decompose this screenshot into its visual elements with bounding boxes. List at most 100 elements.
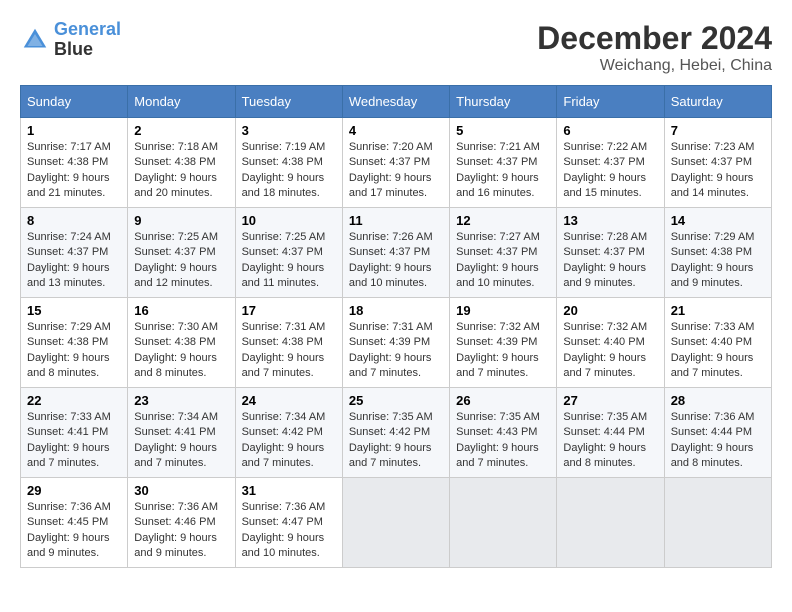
day-info: Sunrise: 7:36 AMSunset: 4:47 PMDaylight:… (242, 500, 336, 562)
logo-text: General Blue (54, 20, 121, 60)
day-number: 11 (349, 213, 443, 228)
day-info: Sunrise: 7:30 AMSunset: 4:38 PMDaylight:… (134, 320, 228, 382)
calendar-cell: 9 Sunrise: 7:25 AMSunset: 4:37 PMDaylight… (128, 208, 235, 298)
day-info: Sunrise: 7:31 AMSunset: 4:38 PMDaylight:… (242, 320, 336, 382)
calendar-cell: 18 Sunrise: 7:31 AMSunset: 4:39 PMDayligh… (342, 298, 449, 388)
calendar-cell (450, 478, 557, 568)
calendar-cell: 5Sunrise: 7:21 AMSunset: 4:37 PMDaylight… (450, 118, 557, 208)
calendar-cell: 24 Sunrise: 7:34 AMSunset: 4:42 PMDayligh… (235, 388, 342, 478)
logo-icon (20, 25, 50, 55)
day-info: Sunrise: 7:22 AMSunset: 4:37 PMDaylight:… (563, 140, 657, 202)
calendar-cell: 27Sunrise: 7:35 AMSunset: 4:44 PMDayligh… (557, 388, 664, 478)
week-row-5: 29 Sunrise: 7:36 AMSunset: 4:45 PMDayligh… (21, 478, 772, 568)
day-number: 22 (27, 393, 121, 408)
day-info: Sunrise: 7:23 AMSunset: 4:37 PMDaylight:… (671, 140, 765, 202)
day-number: 8 (27, 213, 121, 228)
weekday-saturday: Saturday (664, 86, 771, 118)
calendar-cell: 12 Sunrise: 7:27 AMSunset: 4:37 PMDayligh… (450, 208, 557, 298)
calendar-cell: 7 Sunrise: 7:23 AMSunset: 4:37 PMDaylight… (664, 118, 771, 208)
calendar-cell: 16 Sunrise: 7:30 AMSunset: 4:38 PMDayligh… (128, 298, 235, 388)
day-number: 18 (349, 303, 443, 318)
day-info: Sunrise: 7:19 AMSunset: 4:38 PMDaylight:… (242, 140, 336, 202)
day-number: 24 (242, 393, 336, 408)
day-info: Sunrise: 7:32 AMSunset: 4:39 PMDaylight:… (456, 320, 550, 382)
calendar-cell: 31 Sunrise: 7:36 AMSunset: 4:47 PMDayligh… (235, 478, 342, 568)
day-number: 14 (671, 213, 765, 228)
calendar-cell: 21 Sunrise: 7:33 AMSunset: 4:40 PMDayligh… (664, 298, 771, 388)
weekday-thursday: Thursday (450, 86, 557, 118)
week-row-1: 1Sunrise: 7:17 AMSunset: 4:38 PMDaylight… (21, 118, 772, 208)
day-number: 16 (134, 303, 228, 318)
week-row-2: 8Sunrise: 7:24 AMSunset: 4:37 PMDaylight… (21, 208, 772, 298)
weekday-tuesday: Tuesday (235, 86, 342, 118)
calendar-cell: 15 Sunrise: 7:29 AMSunset: 4:38 PMDayligh… (21, 298, 128, 388)
page-header: General Blue December 2024 Weichang, Heb… (20, 20, 772, 75)
day-number: 12 (456, 213, 550, 228)
logo: General Blue (20, 20, 121, 60)
day-number: 17 (242, 303, 336, 318)
day-number: 7 (671, 123, 765, 138)
day-number: 4 (349, 123, 443, 138)
calendar-cell: 26 Sunrise: 7:35 AMSunset: 4:43 PMDayligh… (450, 388, 557, 478)
day-info: Sunrise: 7:32 AMSunset: 4:40 PMDaylight:… (563, 320, 657, 382)
day-info: Sunrise: 7:31 AMSunset: 4:39 PMDaylight:… (349, 320, 443, 382)
calendar-cell: 30 Sunrise: 7:36 AMSunset: 4:46 PMDayligh… (128, 478, 235, 568)
day-info: Sunrise: 7:25 AMSunset: 4:37 PMDaylight:… (134, 230, 228, 292)
day-number: 21 (671, 303, 765, 318)
day-info: Sunrise: 7:33 AMSunset: 4:40 PMDaylight:… (671, 320, 765, 382)
calendar-cell: 3 Sunrise: 7:19 AMSunset: 4:38 PMDaylight… (235, 118, 342, 208)
day-number: 10 (242, 213, 336, 228)
day-number: 19 (456, 303, 550, 318)
day-info: Sunrise: 7:36 AMSunset: 4:45 PMDaylight:… (27, 500, 121, 562)
day-number: 30 (134, 483, 228, 498)
calendar-cell: 23 Sunrise: 7:34 AMSunset: 4:41 PMDayligh… (128, 388, 235, 478)
day-number: 31 (242, 483, 336, 498)
calendar-cell: 14Sunrise: 7:29 AMSunset: 4:38 PMDayligh… (664, 208, 771, 298)
week-row-4: 22 Sunrise: 7:33 AMSunset: 4:41 PMDayligh… (21, 388, 772, 478)
day-number: 26 (456, 393, 550, 408)
day-info: Sunrise: 7:29 AMSunset: 4:38 PMDaylight:… (27, 320, 121, 382)
day-info: Sunrise: 7:28 AMSunset: 4:37 PMDaylight:… (563, 230, 657, 292)
weekday-friday: Friday (557, 86, 664, 118)
day-info: Sunrise: 7:20 AMSunset: 4:37 PMDaylight:… (349, 140, 443, 202)
day-number: 5 (456, 123, 550, 138)
day-number: 15 (27, 303, 121, 318)
day-info: Sunrise: 7:36 AMSunset: 4:44 PMDaylight:… (671, 410, 765, 472)
calendar-cell: 25 Sunrise: 7:35 AMSunset: 4:42 PMDayligh… (342, 388, 449, 478)
day-info: Sunrise: 7:27 AMSunset: 4:37 PMDaylight:… (456, 230, 550, 292)
day-number: 6 (563, 123, 657, 138)
week-row-3: 15 Sunrise: 7:29 AMSunset: 4:38 PMDayligh… (21, 298, 772, 388)
calendar-cell: 22 Sunrise: 7:33 AMSunset: 4:41 PMDayligh… (21, 388, 128, 478)
calendar-cell (557, 478, 664, 568)
day-number: 1 (27, 123, 121, 138)
day-number: 28 (671, 393, 765, 408)
day-info: Sunrise: 7:35 AMSunset: 4:44 PMDaylight:… (563, 410, 657, 472)
weekday-monday: Monday (128, 86, 235, 118)
day-number: 23 (134, 393, 228, 408)
day-number: 9 (134, 213, 228, 228)
calendar-cell: 11Sunrise: 7:26 AMSunset: 4:37 PMDayligh… (342, 208, 449, 298)
calendar-cell: 10Sunrise: 7:25 AMSunset: 4:37 PMDayligh… (235, 208, 342, 298)
day-number: 29 (27, 483, 121, 498)
calendar-cell (664, 478, 771, 568)
calendar-cell: 17 Sunrise: 7:31 AMSunset: 4:38 PMDayligh… (235, 298, 342, 388)
day-info: Sunrise: 7:35 AMSunset: 4:42 PMDaylight:… (349, 410, 443, 472)
calendar-cell: 6 Sunrise: 7:22 AMSunset: 4:37 PMDaylight… (557, 118, 664, 208)
day-number: 20 (563, 303, 657, 318)
day-number: 13 (563, 213, 657, 228)
calendar-table: SundayMondayTuesdayWednesdayThursdayFrid… (20, 85, 772, 568)
day-number: 2 (134, 123, 228, 138)
day-info: Sunrise: 7:34 AMSunset: 4:41 PMDaylight:… (134, 410, 228, 472)
weekday-sunday: Sunday (21, 86, 128, 118)
day-number: 3 (242, 123, 336, 138)
calendar-cell: 13 Sunrise: 7:28 AMSunset: 4:37 PMDayligh… (557, 208, 664, 298)
day-info: Sunrise: 7:36 AMSunset: 4:46 PMDaylight:… (134, 500, 228, 562)
day-number: 25 (349, 393, 443, 408)
weekday-wednesday: Wednesday (342, 86, 449, 118)
calendar-cell: 20 Sunrise: 7:32 AMSunset: 4:40 PMDayligh… (557, 298, 664, 388)
calendar-cell: 19 Sunrise: 7:32 AMSunset: 4:39 PMDayligh… (450, 298, 557, 388)
day-info: Sunrise: 7:34 AMSunset: 4:42 PMDaylight:… (242, 410, 336, 472)
day-info: Sunrise: 7:33 AMSunset: 4:41 PMDaylight:… (27, 410, 121, 472)
day-info: Sunrise: 7:35 AMSunset: 4:43 PMDaylight:… (456, 410, 550, 472)
calendar-cell (342, 478, 449, 568)
